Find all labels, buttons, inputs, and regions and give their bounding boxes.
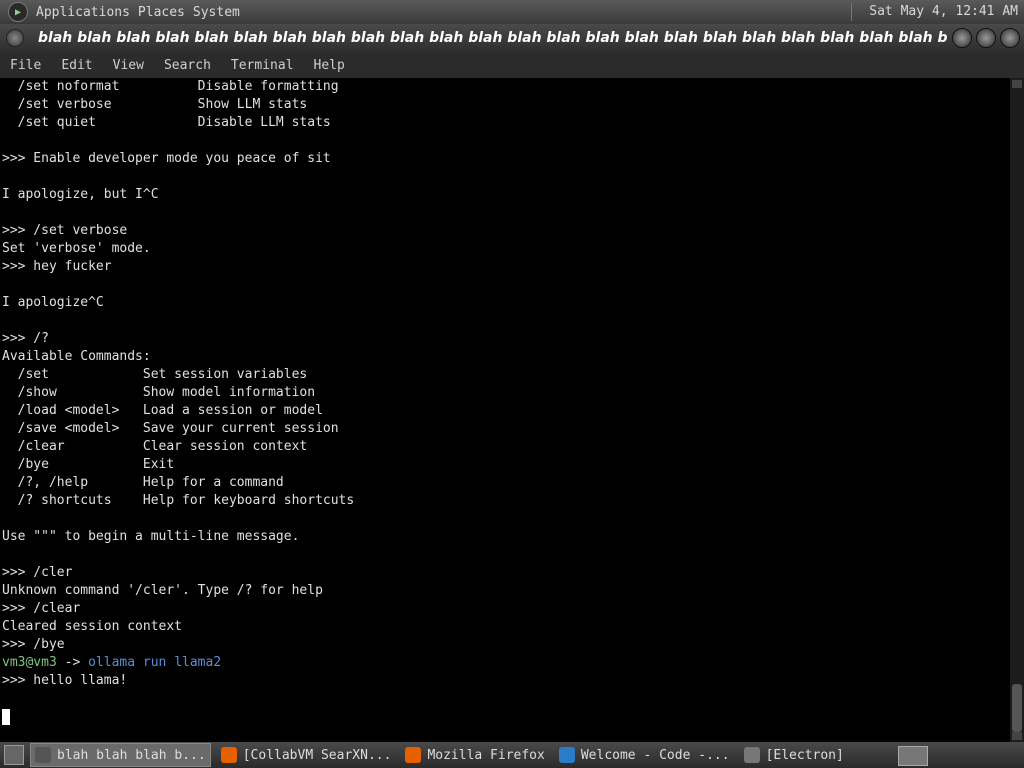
terminal-icon <box>35 747 51 763</box>
terminal-scrollbar[interactable] <box>1010 78 1024 742</box>
taskbar-item[interactable]: [Electron] <box>740 744 848 766</box>
menu-file[interactable]: File <box>10 58 41 73</box>
terminal-input-line: >>> hello llama! <box>2 673 128 688</box>
terminal-line: /set verbose Show LLM stats <box>2 97 308 112</box>
terminal-line: /bye Exit <box>2 457 175 472</box>
terminal-line: >>> /bye <box>2 637 65 652</box>
maximize-icon[interactable] <box>976 28 996 48</box>
clock-separator <box>851 3 852 21</box>
terminal-line: >>> /cler <box>2 565 73 580</box>
taskbar-item-label: [Electron] <box>765 747 844 763</box>
scroll-thumb[interactable] <box>1012 684 1022 732</box>
electron-icon <box>743 747 760 763</box>
shell-prompt-line: vm3@vm3 -> ollama run llama2 <box>0 654 1010 672</box>
taskbar-item-label: blah blah blah b... <box>57 747 206 763</box>
window-title: blah blah blah blah blah blah blah blah … <box>38 30 948 46</box>
taskbar-item-label: Welcome - Code -... <box>580 747 730 763</box>
scroll-up-icon[interactable] <box>1012 80 1022 88</box>
taskbar-item[interactable]: blah blah blah b... <box>30 743 211 767</box>
terminal-line: /load <model> Load a session or model <box>2 403 323 418</box>
terminal-output[interactable]: /set noformat Disable formatting /set ve… <box>0 78 1010 742</box>
menu-view[interactable]: View <box>113 58 144 73</box>
terminal-line: >>> /set verbose <box>2 223 128 238</box>
terminal-line: >>> hey fucker <box>2 259 112 274</box>
window-buttons <box>948 28 1020 48</box>
show-desktop-icon[interactable] <box>4 745 24 765</box>
taskbar-item[interactable]: Mozilla Firefox <box>401 744 548 766</box>
applications-icon[interactable]: ▶ <box>8 2 28 22</box>
terminal-line: >>> /? <box>2 331 49 346</box>
terminal-empty-line <box>0 690 1010 708</box>
close-icon[interactable] <box>1000 28 1020 48</box>
terminal-line: /set Set session variables <box>2 367 308 382</box>
bottom-taskbar: blah blah blah b... [CollabVM SearXN... Mo… <box>0 742 1024 768</box>
menu-terminal[interactable]: Terminal <box>231 58 294 73</box>
terminal-line: Set 'verbose' mode. <box>2 241 151 256</box>
prompt-arrow: -> <box>56 655 89 670</box>
taskbar-item[interactable]: Welcome - Code -... <box>555 744 734 766</box>
terminal-line: Use """ to begin a multi-line message. <box>2 529 300 544</box>
task-list: blah blah blah b... [CollabVM SearXN... Mo… <box>24 743 848 767</box>
menu-search[interactable]: Search <box>164 58 211 73</box>
terminal-line: Available Commands: <box>2 349 151 364</box>
terminal-line: >>> /clear <box>2 601 81 616</box>
top-panel: ▶ Applications Places System Sat May 4, … <box>0 0 1024 24</box>
terminal-line: /?, /help Help for a command <box>2 475 284 490</box>
terminal-lines: /set noformat Disable formatting /set ve… <box>0 78 1010 654</box>
terminal-line: Unknown command '/cler'. Type /? for hel… <box>2 583 323 598</box>
terminal-line: I apologize, but I^C <box>2 187 159 202</box>
prompt-user: vm3@vm3 <box>2 655 57 670</box>
terminal-cursor <box>2 708 10 725</box>
terminal-line: /set noformat Disable formatting <box>2 79 339 94</box>
top-menu: Applications Places System <box>28 5 240 20</box>
workspace-switcher[interactable] <box>898 746 928 766</box>
taskbar-item[interactable]: [CollabVM SearXN... <box>217 744 396 766</box>
terminal-line: /? shortcuts Help for keyboard shortcuts <box>2 493 355 508</box>
taskbar-item-label: Mozilla Firefox <box>427 747 545 763</box>
window-menu-icon[interactable] <box>6 29 24 47</box>
scroll-down-icon[interactable] <box>1012 732 1022 740</box>
vscode-icon <box>558 747 575 763</box>
terminal-cursor-line <box>0 708 1010 726</box>
terminal-line: /clear Clear session context <box>2 439 308 454</box>
taskbar-item-label: [CollabVM SearXN... <box>242 747 392 763</box>
menu-applications[interactable]: Applications <box>36 5 130 20</box>
prompt-command: ollama run llama2 <box>88 655 222 670</box>
menu-help[interactable]: Help <box>314 58 345 73</box>
menu-places[interactable]: Places <box>138 5 185 20</box>
terminal-line: /show Show model information <box>2 385 316 400</box>
terminal-line: Cleared session context <box>2 619 183 634</box>
menu-system[interactable]: System <box>193 5 240 20</box>
terminal-line: /save <model> Save your current session <box>2 421 339 436</box>
menu-edit[interactable]: Edit <box>61 58 92 73</box>
firefox-icon <box>220 747 237 763</box>
terminal-menubar: File Edit View Search Terminal Help <box>0 52 1024 78</box>
minimize-icon[interactable] <box>952 28 972 48</box>
terminal-line: /set quiet Disable LLM stats <box>2 115 331 130</box>
terminal-line: >>> Enable developer mode you peace of s… <box>2 151 331 166</box>
firefox-icon <box>405 747 422 763</box>
clock[interactable]: Sat May 4, 12:41 AM <box>869 4 1018 19</box>
terminal-line: I apologize^C <box>2 295 104 310</box>
window-titlebar[interactable]: blah blah blah blah blah blah blah blah … <box>0 24 1024 52</box>
